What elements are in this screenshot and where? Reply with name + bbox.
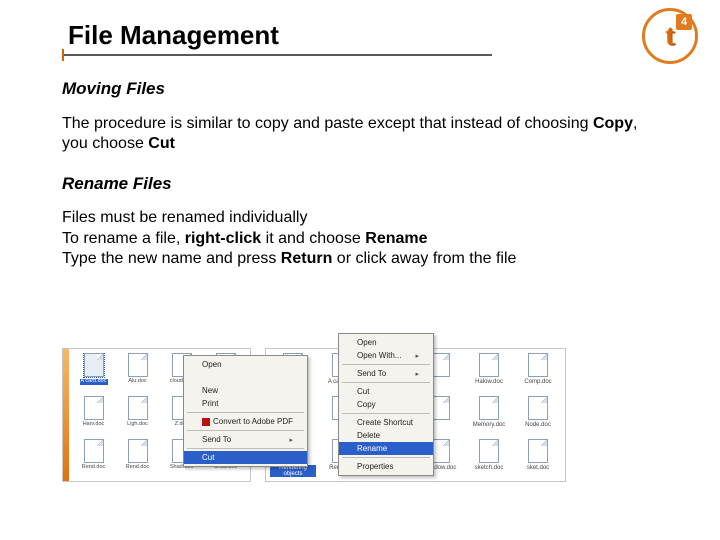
doc-icon — [479, 439, 499, 463]
menu-separator — [187, 430, 304, 431]
doc-icon — [528, 396, 548, 420]
file-label: Memory.doc — [473, 422, 506, 428]
doc-icon — [84, 439, 104, 463]
doc-icon — [479, 353, 499, 377]
file-item: Rend.doc — [73, 439, 114, 479]
doc-icon — [128, 396, 148, 420]
file-item: Halow.doc — [466, 353, 512, 393]
menu-item[interactable]: Rename — [339, 442, 433, 455]
title-rule — [62, 54, 492, 56]
file-item: Node.doc — [515, 396, 561, 436]
file-item: A card.doc — [73, 353, 114, 393]
file-label: Ligh.doc — [127, 422, 148, 428]
body-content: Moving Files The procedure is similar to… — [62, 78, 660, 288]
menu-separator — [342, 457, 430, 458]
menu-item[interactable]: Convert to Adobe PDF — [184, 415, 307, 428]
menu-item[interactable]: Cut — [184, 451, 307, 464]
subhead-moving: Moving Files — [62, 78, 660, 100]
menu-item[interactable]: Open — [339, 336, 433, 349]
file-item: Ligh.doc — [117, 396, 158, 436]
menu-item[interactable]: Properties — [339, 460, 433, 473]
logo-letter: t — [665, 18, 675, 52]
menu-separator — [187, 448, 304, 449]
orange-strip — [63, 349, 69, 481]
doc-icon — [128, 353, 148, 377]
file-label: Node.doc — [525, 422, 551, 428]
file-item: Memory.doc — [466, 396, 512, 436]
menu-item[interactable]: Open With... — [339, 349, 433, 362]
menu-item[interactable]: New — [184, 384, 307, 397]
file-label: sketch.doc — [475, 465, 504, 471]
brand-logo: t 4 — [642, 8, 698, 64]
file-item: Comp.doc — [515, 353, 561, 393]
menu-item[interactable]: Print — [184, 397, 307, 410]
rename-paragraph: Files must be renamed individually To re… — [62, 208, 660, 269]
menu-separator — [342, 382, 430, 383]
doc-icon — [84, 353, 104, 377]
file-item: Harv.doc — [73, 396, 114, 436]
file-label: sket.doc — [527, 465, 549, 471]
file-label: Rend.doc — [126, 465, 150, 471]
menu-item[interactable]: Create Shortcut — [339, 416, 433, 429]
menu-item[interactable]: Send To — [184, 433, 307, 446]
file-item: Rend.doc — [117, 439, 158, 479]
doc-icon — [528, 353, 548, 377]
menu-item[interactable]: Send To — [339, 367, 433, 380]
screenshots-row: A card.docAlu.doccloud.docDa.docHarv.doc… — [62, 348, 566, 482]
context-menu-cut: Open NewPrint Convert to Adobe PDF Send To… — [183, 355, 308, 467]
moving-paragraph: The procedure is similar to copy and pas… — [62, 114, 660, 155]
context-menu-rename: OpenOpen With... Send To CutCopy Create Sho… — [338, 333, 434, 476]
doc-icon — [128, 439, 148, 463]
logo-badge: 4 — [676, 14, 692, 30]
subhead-rename: Rename Files — [62, 173, 660, 195]
title-tick — [62, 49, 64, 61]
file-label: Comp.doc — [524, 379, 551, 385]
menu-item[interactable]: Delete — [339, 429, 433, 442]
menu-item[interactable] — [184, 371, 307, 384]
menu-separator — [342, 364, 430, 365]
screenshot-cut: A card.docAlu.doccloud.docDa.docHarv.doc… — [62, 348, 251, 482]
file-item: sketch.doc — [466, 439, 512, 479]
pdf-icon — [202, 418, 210, 426]
doc-icon — [479, 396, 499, 420]
menu-separator — [342, 413, 430, 414]
doc-icon — [84, 396, 104, 420]
file-label: Rend.doc — [82, 465, 106, 471]
file-item: sket.doc — [515, 439, 561, 479]
doc-icon — [528, 439, 548, 463]
menu-item[interactable]: Open — [184, 358, 307, 371]
file-label: Harv.doc — [83, 422, 105, 428]
menu-item[interactable]: Cut — [339, 385, 433, 398]
file-item: Alu.doc — [117, 353, 158, 393]
screenshot-rename: Al.docA card.docHalow.docComp.docMemory.… — [265, 348, 566, 482]
page-title: File Management — [68, 20, 279, 51]
file-label: A card.doc — [80, 379, 108, 385]
file-label: Alu.doc — [128, 379, 146, 385]
menu-item[interactable]: Copy — [339, 398, 433, 411]
file-label: Halow.doc — [475, 379, 503, 385]
menu-separator — [187, 412, 304, 413]
